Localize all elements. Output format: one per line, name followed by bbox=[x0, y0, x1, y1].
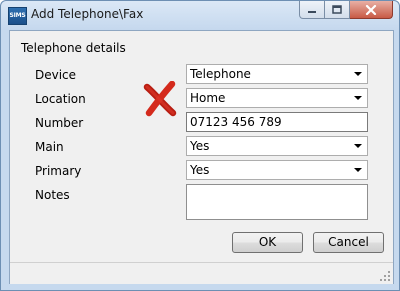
resize-grip-icon[interactable] bbox=[379, 270, 391, 282]
minimize-button[interactable] bbox=[299, 1, 325, 19]
close-icon bbox=[365, 4, 377, 15]
status-bar bbox=[10, 262, 393, 284]
device-value: Telephone bbox=[190, 67, 251, 81]
primary-select[interactable]: Yes bbox=[186, 160, 368, 180]
maximize-icon bbox=[332, 5, 342, 14]
notes-label: Notes bbox=[35, 188, 70, 202]
close-button[interactable] bbox=[350, 1, 393, 19]
chevron-down-icon bbox=[354, 144, 362, 148]
main-select[interactable]: Yes bbox=[186, 136, 368, 156]
caption-buttons bbox=[299, 1, 393, 21]
sims-app-icon: SIMS bbox=[8, 7, 27, 25]
number-input[interactable]: 07123 456 789 bbox=[186, 112, 368, 132]
maximize-button[interactable] bbox=[325, 1, 350, 19]
chevron-down-icon bbox=[354, 96, 362, 100]
group-title: Telephone details bbox=[21, 41, 126, 55]
primary-value: Yes bbox=[190, 163, 210, 177]
number-value: 07123 456 789 bbox=[190, 115, 282, 129]
location-select[interactable]: Home bbox=[186, 88, 368, 108]
dialog-window: SIMS Add Telephone\Fax Telephone details… bbox=[0, 0, 400, 291]
ok-button[interactable]: OK bbox=[232, 232, 303, 253]
red-x-icon bbox=[143, 81, 177, 117]
minimize-icon bbox=[308, 10, 316, 13]
number-label: Number bbox=[35, 116, 84, 130]
location-label: Location bbox=[35, 92, 86, 106]
device-select[interactable]: Telephone bbox=[186, 64, 368, 84]
main-label: Main bbox=[35, 140, 64, 154]
chevron-down-icon bbox=[354, 72, 362, 76]
title-bar[interactable]: SIMS Add Telephone\Fax bbox=[1, 1, 399, 30]
window-title: Add Telephone\Fax bbox=[31, 7, 144, 21]
device-label: Device bbox=[35, 68, 77, 82]
chevron-down-icon bbox=[354, 168, 362, 172]
notes-textarea[interactable] bbox=[186, 184, 368, 220]
dialog-client-area: Telephone details Device Telephone Locat… bbox=[9, 30, 394, 284]
cancel-button[interactable]: Cancel bbox=[313, 232, 384, 253]
primary-label: Primary bbox=[35, 164, 82, 178]
location-value: Home bbox=[190, 91, 226, 105]
main-value: Yes bbox=[190, 139, 210, 153]
